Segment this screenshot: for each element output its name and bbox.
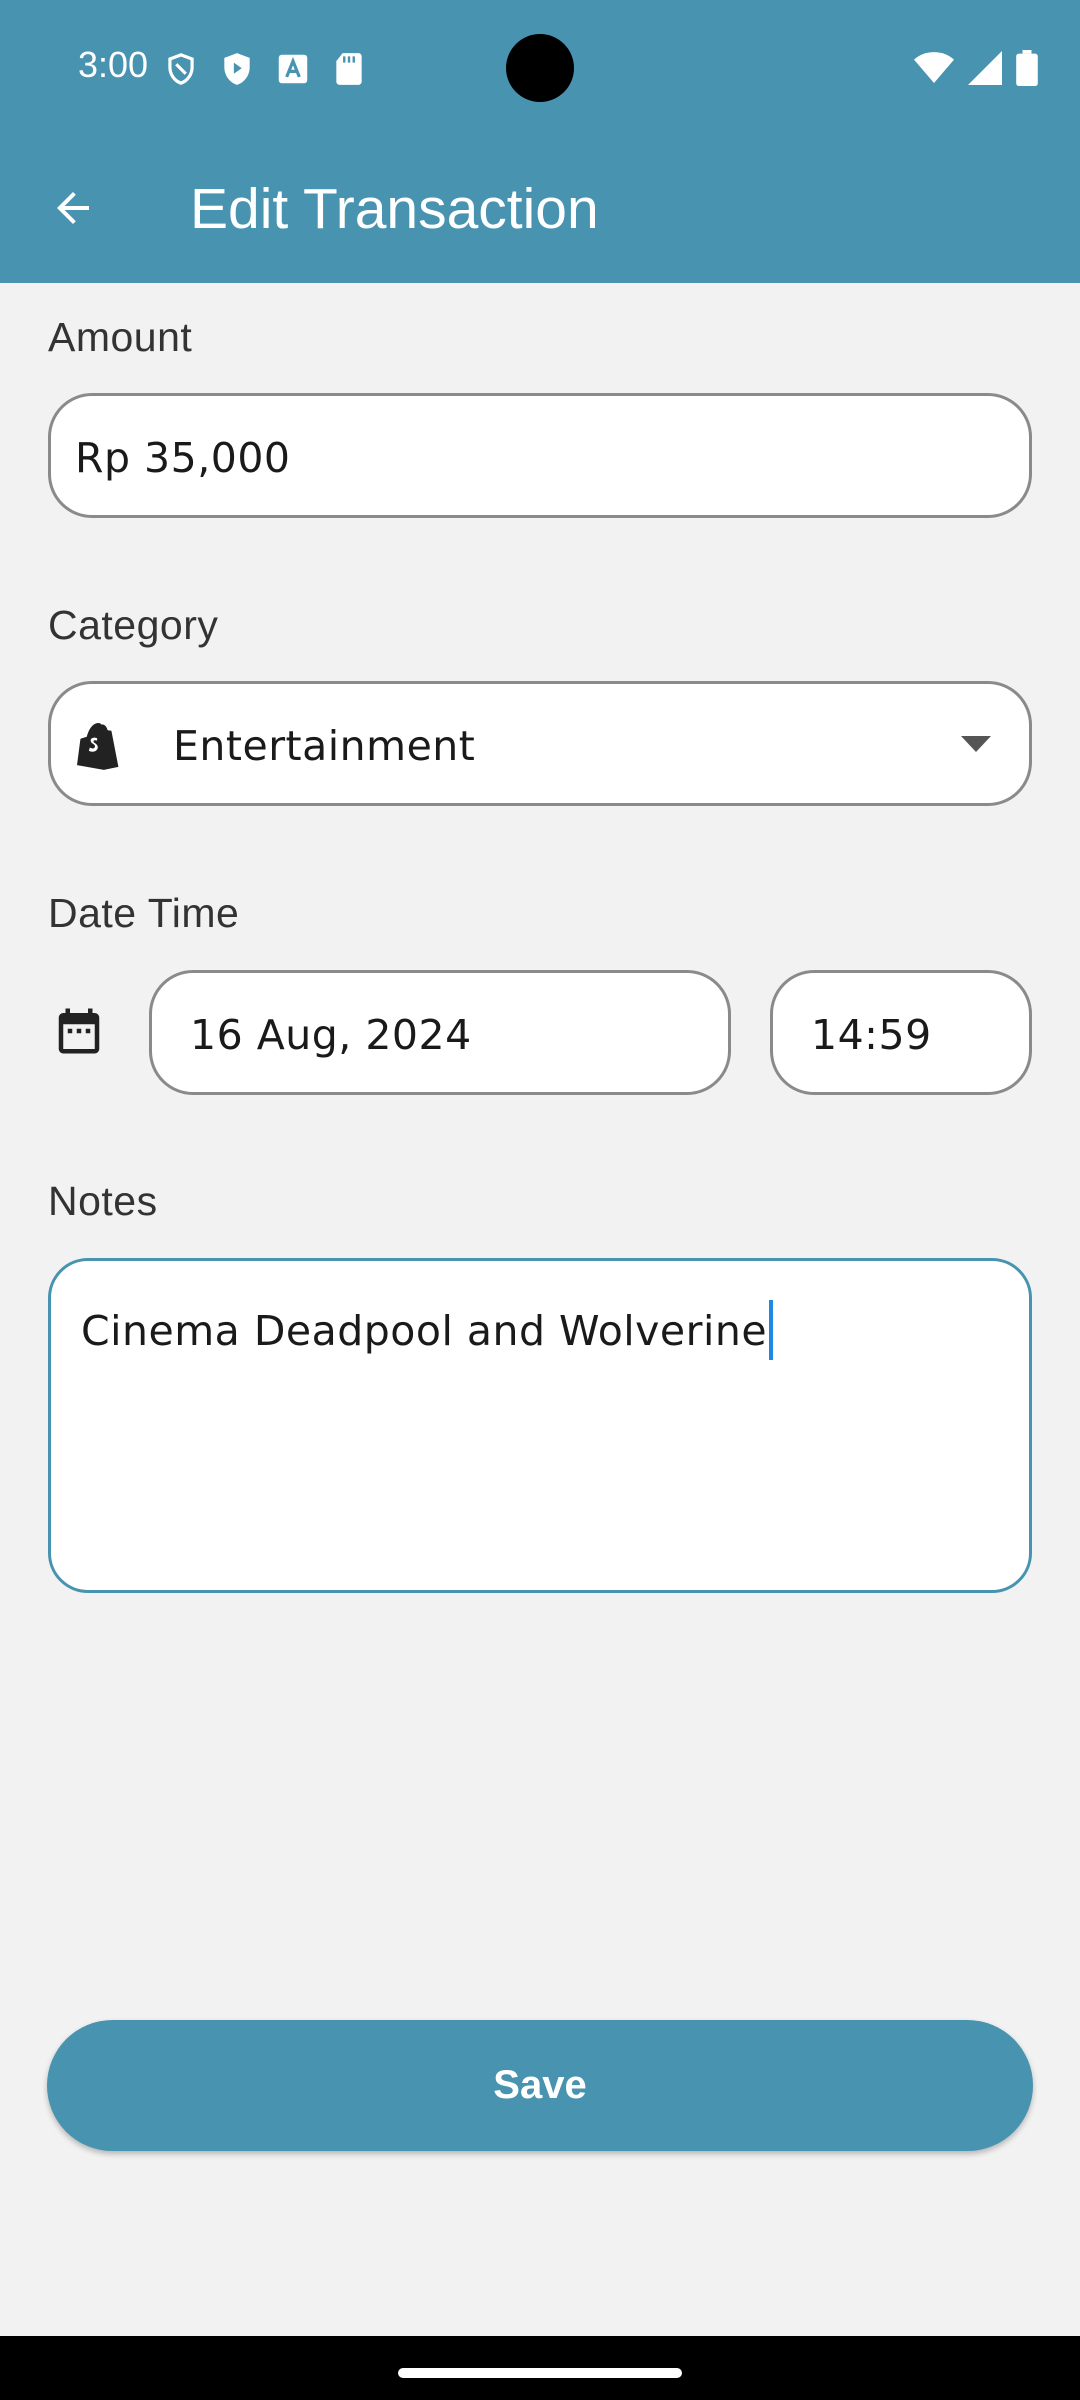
back-button[interactable]: [38, 168, 108, 248]
text-caret: [769, 1300, 774, 1360]
shield-outline-icon: [168, 53, 194, 85]
amount-label: Amount: [48, 314, 193, 360]
status-system-icons: [914, 50, 1038, 86]
arrow-back-icon: [57, 192, 89, 224]
category-value: Entertainment: [173, 722, 476, 770]
status-bar: 3:00: [0, 0, 1080, 136]
dropdown-arrow-icon: [961, 736, 991, 752]
sd-card-icon: [336, 53, 362, 85]
category-label: Category: [48, 602, 219, 648]
status-time: 3:00: [78, 44, 149, 85]
notes-content: Cinema Deadpool and Wolverine: [81, 1300, 774, 1360]
datetime-label: Date Time: [48, 890, 240, 936]
font-a-icon: [278, 54, 308, 84]
play-shield-icon: [224, 53, 250, 85]
status-notification-icons: [162, 50, 368, 88]
amount-input[interactable]: Rp 35,000: [48, 393, 1032, 518]
camera-cutout: [506, 34, 574, 102]
category-dropdown[interactable]: Entertainment: [48, 681, 1032, 806]
amount-value: Rp 35,000: [75, 434, 291, 482]
home-gesture-handle[interactable]: [398, 2368, 682, 2378]
save-button[interactable]: Save: [47, 2020, 1033, 2151]
signal-icon: [968, 51, 1002, 85]
edit-transaction-screen: 3:00 Edit Transaction Amount Rp 35,000 C…: [0, 0, 1080, 2400]
shopify-bag-icon: [77, 722, 119, 770]
date-field[interactable]: 16 Aug, 2024: [149, 970, 731, 1095]
wifi-icon: [914, 52, 954, 83]
calendar-icon[interactable]: [52, 1003, 106, 1059]
page-title: Edit Transaction: [190, 177, 599, 241]
date-value: 16 Aug, 2024: [190, 1011, 472, 1059]
time-value: 14:59: [811, 1011, 932, 1059]
app-bar: Edit Transaction: [0, 136, 1080, 283]
navigation-bar: [0, 2336, 1080, 2400]
notes-value: Cinema Deadpool and Wolverine: [81, 1307, 768, 1355]
time-field[interactable]: 14:59: [770, 970, 1032, 1095]
notes-label: Notes: [48, 1178, 158, 1224]
battery-icon: [1016, 50, 1038, 86]
notes-textarea[interactable]: Cinema Deadpool and Wolverine: [48, 1258, 1032, 1593]
